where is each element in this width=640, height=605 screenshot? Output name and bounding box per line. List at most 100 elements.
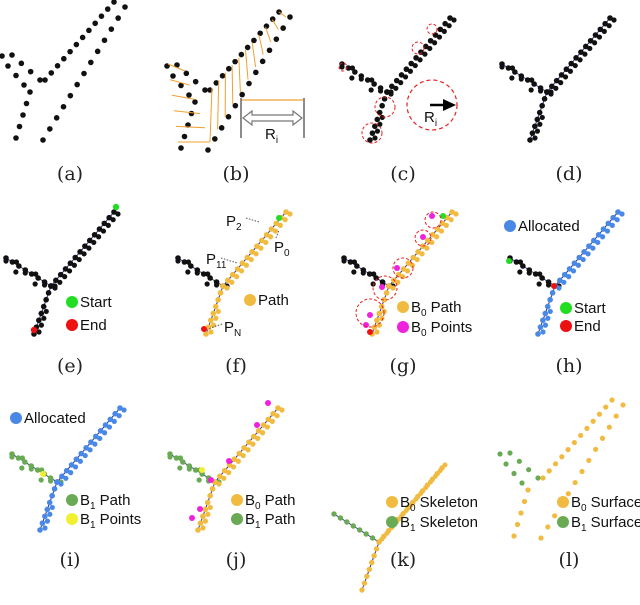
legend-item: Path [244,292,289,309]
b1-skeleton-point [331,511,337,517]
skeleton-point [215,296,221,303]
skeleton-point [566,274,572,280]
radius-label-c: Ri [424,109,437,129]
skeleton-point [111,418,117,424]
b0-point [367,312,373,318]
skeleton-point [539,275,545,281]
legend-swatch [397,321,409,333]
legend-label: B1 Path [245,511,295,531]
surface-point [86,27,92,34]
legend-item: B1 Path [66,492,130,512]
legend-item: B1 Points [66,511,141,531]
skeleton-point [369,130,376,136]
legend-label: Allocated [518,218,580,235]
caption-i: (i) [60,549,81,571]
skeleton-point [542,310,549,317]
surface-point [67,92,74,99]
b1-point [40,471,46,477]
skeleton-point [374,317,380,324]
skeleton-point [402,74,409,80]
legend-label: Start [80,294,113,311]
skeleton-point [197,520,204,526]
skeleton-point [529,130,536,136]
normal-arrow [217,80,220,130]
skeleton-point [235,458,241,464]
skeleton-point [446,23,452,29]
skeleton-point [570,268,577,274]
b1-skeleton-point [363,531,369,537]
legend-item: B0 Skeleton [386,494,478,514]
b1-surface-point [516,458,522,464]
skeleton-point [537,88,544,94]
surface-point [186,92,192,98]
surface-point [244,44,251,51]
skeleton-point [590,245,596,251]
skeleton-point [499,64,505,70]
legend-item: B1 Skeleton [386,514,478,534]
skeleton-point [110,217,116,223]
surface-point [253,69,259,76]
b0-surface-point [596,411,603,417]
skeleton-point [221,475,227,481]
label-p11: P11 [206,251,227,271]
legend-item: Start [560,300,607,317]
b1-surface-point [511,470,517,477]
surface-point [212,136,218,142]
skeleton-point [540,317,546,324]
skeleton-point [212,303,219,310]
skeleton-point [279,407,285,413]
skeleton-point [215,308,221,315]
caption-b: (b) [223,163,250,185]
surface-point [9,52,15,58]
skeleton-point [51,486,58,492]
legend-item: B1 Surface [557,514,640,534]
skeleton-point [585,251,591,257]
skeleton-point [537,121,543,127]
b0-surface-point [546,468,552,474]
legend-label: Start [574,300,607,317]
skeleton-point [368,87,374,93]
skeleton-point [427,45,433,52]
surface-point [0,53,5,59]
surface-point [219,73,226,79]
skeleton-point [398,80,404,86]
skeleton-point [16,263,22,269]
skeleton-point [87,447,93,453]
skeleton-point [22,270,28,276]
surface-point [188,110,195,117]
b1-surface-point [503,461,509,467]
surface-point [27,68,34,75]
surface-point [192,78,199,85]
skeleton-point [619,211,625,217]
skeleton-point [561,279,567,285]
skeleton-point [250,441,256,447]
surface-point [202,87,208,93]
skeleton-point [360,270,366,276]
skeleton-point [203,331,209,337]
surface-point [232,58,238,65]
caption-h: (h) [555,355,582,377]
surface-point [94,48,101,55]
skeleton-point [370,281,376,287]
skeleton-point [595,239,601,246]
skeleton-point [42,513,48,520]
skeleton-point [432,40,438,46]
surface-point [183,70,190,77]
surface-point [53,115,60,121]
skeleton-point [580,256,586,263]
skeleton-point [386,283,392,289]
skeleton-point [547,296,553,303]
start-point [506,258,512,264]
b0-skeleton-point [376,539,382,545]
surface-point [79,34,86,41]
skeleton-point [412,62,418,69]
skeleton-point [185,269,191,275]
skeleton-point [541,96,548,102]
b0-skeleton-point [359,587,365,593]
skeleton-point [213,315,219,321]
skeleton-point [376,310,383,317]
skeleton-point [532,135,538,141]
skeleton-point [263,239,269,246]
skeleton-point [115,211,121,217]
surface-point [74,81,80,88]
